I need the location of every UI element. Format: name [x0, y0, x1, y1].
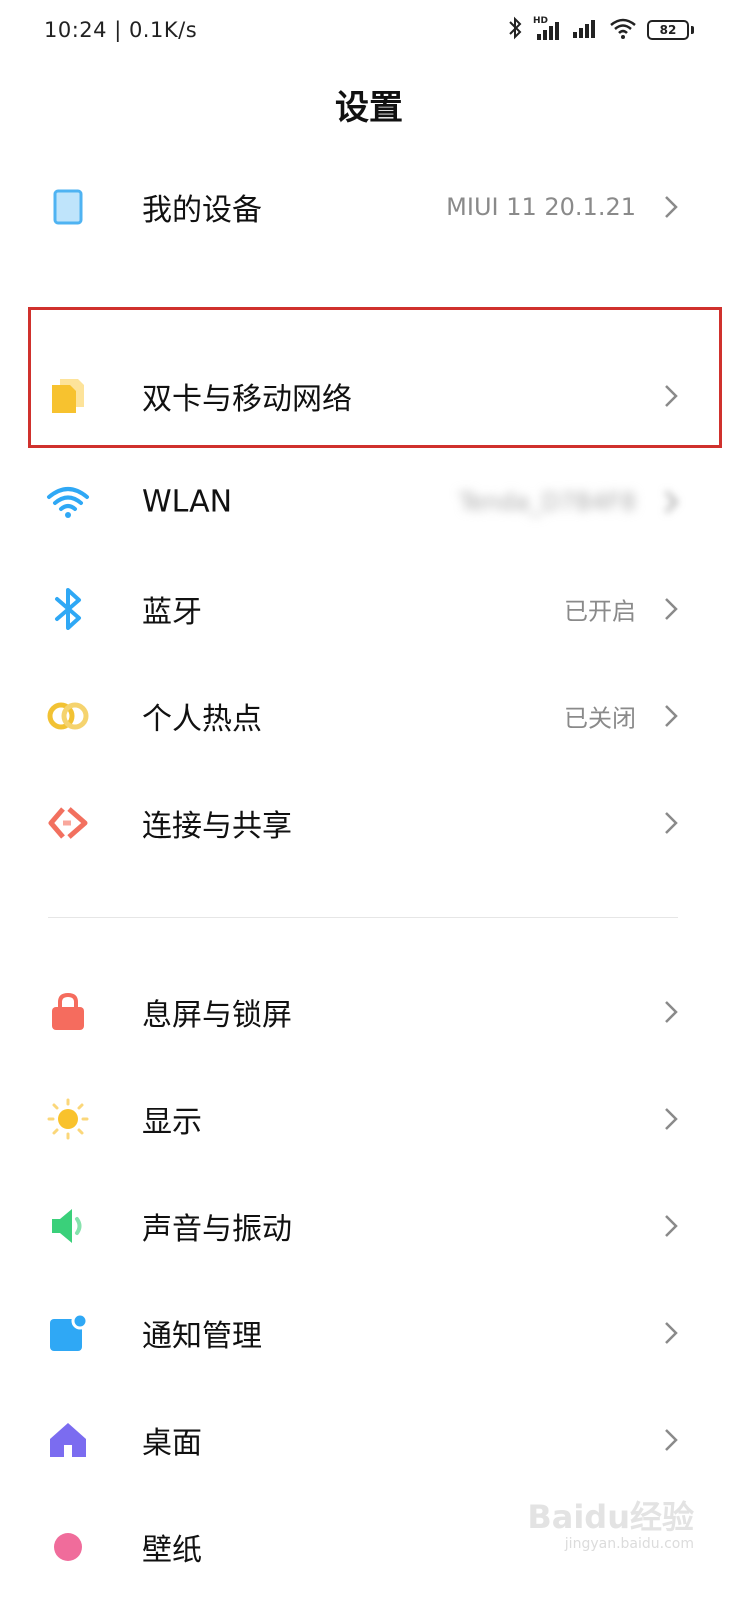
bluetooth-icon [44, 585, 92, 633]
chevron-right-icon [665, 1108, 678, 1130]
chevron-right-icon [665, 1215, 678, 1237]
notification-icon [44, 1309, 92, 1357]
chevron-right-icon [665, 705, 678, 727]
settings-item-wlan[interactable]: WLAN Tenda_D7B4F8 [0, 452, 738, 552]
highlight-box [28, 307, 722, 448]
settings-item-value: 已开启 [564, 597, 636, 626]
bluetooth-icon [507, 16, 523, 44]
share-icon [44, 799, 92, 847]
chevron-right-icon [665, 196, 678, 218]
settings-item-notifications[interactable]: 通知管理 [0, 1283, 738, 1383]
settings-item-label: 我的设备 [142, 193, 262, 228]
chevron-right-icon [665, 1001, 678, 1023]
settings-item-bluetooth[interactable]: 蓝牙 已开启 [0, 559, 738, 659]
settings-item-label: 个人热点 [142, 702, 262, 737]
section-divider [48, 917, 678, 918]
page-title: 设置 [335, 88, 403, 128]
settings-item-label: 壁纸 [142, 1533, 202, 1568]
settings-item-label: 蓝牙 [142, 595, 202, 630]
home-icon [44, 1416, 92, 1464]
watermark-logo: Baidu经验 [527, 1498, 694, 1536]
hd-signal-icon: HD [533, 16, 561, 42]
settings-item-sound[interactable]: 声音与振动 [0, 1176, 738, 1276]
chevron-right-icon [665, 1322, 678, 1344]
speaker-icon [44, 1202, 92, 1250]
phone-icon [44, 183, 92, 231]
chevron-right-icon [665, 812, 678, 834]
settings-item-label: 息屏与锁屏 [142, 998, 292, 1033]
watermark-url: jingyan.baidu.com [564, 1536, 694, 1552]
settings-item-label: 通知管理 [142, 1319, 262, 1354]
sun-icon [44, 1095, 92, 1143]
settings-item-connection-sharing[interactable]: 连接与共享 [0, 773, 738, 873]
settings-item-lock-screen[interactable]: 息屏与锁屏 [0, 962, 738, 1062]
settings-item-home-screen[interactable]: 桌面 [0, 1390, 738, 1490]
settings-item-label: 连接与共享 [142, 809, 292, 844]
status-icons: HD 82 [507, 16, 694, 44]
settings-item-label: 桌面 [142, 1426, 202, 1461]
chevron-right-icon [665, 598, 678, 620]
signal-icon [571, 16, 599, 44]
status-time-speed: 10:24 | 0.1K/s [44, 18, 198, 42]
chevron-right-icon [665, 1429, 678, 1451]
settings-item-my-device[interactable]: 我的设备 MIUI 11 20.1.21 [0, 157, 738, 257]
lock-icon [44, 988, 92, 1036]
settings-item-value: Tenda_D7B4F8 [458, 488, 636, 516]
battery-level: 82 [659, 23, 677, 37]
settings-item-label: WLAN [142, 484, 233, 520]
settings-item-label: 显示 [142, 1105, 202, 1140]
settings-item-value: MIUI 11 20.1.21 [446, 193, 636, 221]
settings-item-label: 声音与振动 [142, 1212, 292, 1247]
wifi-icon [609, 16, 637, 44]
chevron-right-icon [665, 491, 678, 513]
wifi-icon [44, 478, 92, 526]
hotspot-icon [44, 692, 92, 740]
settings-item-display[interactable]: 显示 [0, 1069, 738, 1169]
battery-icon: 82 [647, 20, 694, 40]
status-bar: 10:24 | 0.1K/s HD 82 [0, 0, 738, 64]
settings-item-hotspot[interactable]: 个人热点 已关闭 [0, 666, 738, 766]
wallpaper-icon [44, 1523, 92, 1571]
settings-item-value: 已关闭 [564, 704, 636, 733]
